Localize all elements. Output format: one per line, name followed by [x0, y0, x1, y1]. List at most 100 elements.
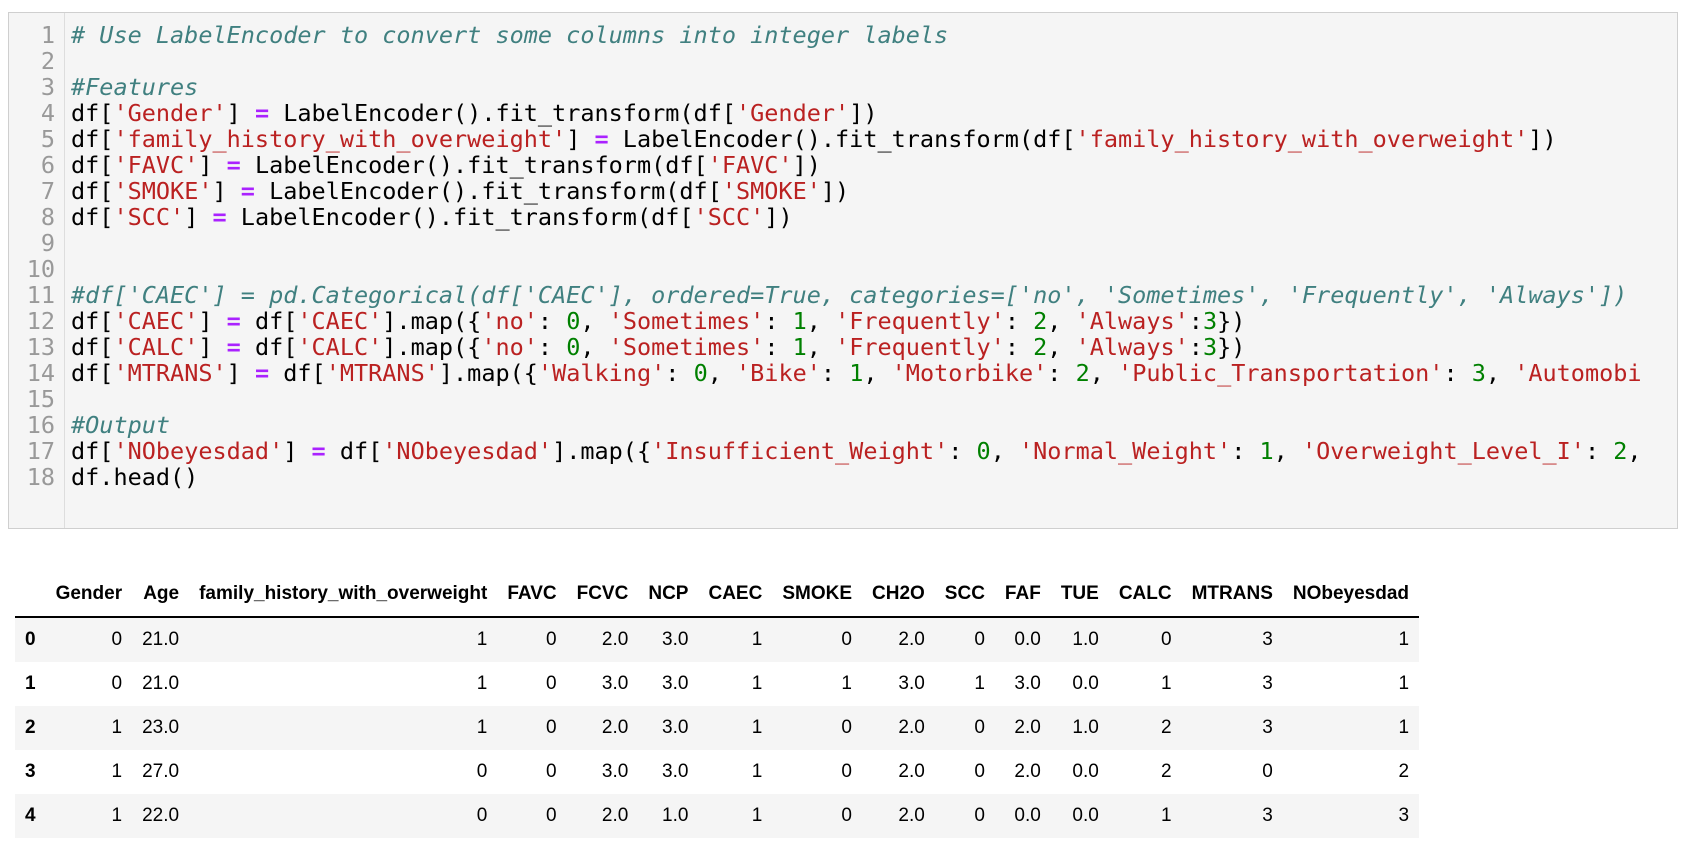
code-cell-editor[interactable]: 1 # Use LabelEncoder to convert some colu… [8, 12, 1678, 529]
code-token: ] [283, 437, 312, 465]
code-line[interactable]: 8 df['SCC'] = LabelEncoder().fit_transfor… [9, 203, 1677, 231]
table-cell: 3.0 [662, 673, 689, 694]
column-header: MTRANS [1181, 572, 1283, 618]
code-line[interactable]: 3 #Features [9, 73, 1677, 101]
code-token: 'Frequently' [835, 307, 1005, 335]
code-token: 'NObeyesdad' [382, 437, 553, 465]
code-line[interactable]: 13 df['CALC'] = df['CALC'].map({'no': 0, … [9, 333, 1677, 361]
table-cell: 2 [1398, 761, 1410, 782]
line-number: 11 [26, 281, 55, 309]
code-token: 'Frequently' [835, 333, 1005, 361]
code-token: LabelEncoder().fit_transform(df[ [254, 177, 722, 205]
table-cell: 3.0 [662, 629, 689, 650]
code-text: df['FAVC'] = LabelEncoder().fit_transfor… [71, 151, 821, 179]
code-token: = [212, 203, 227, 231]
code-token: }) [1217, 333, 1246, 361]
row-index: 4 [25, 805, 36, 826]
code-text: #Features [71, 73, 198, 101]
table-cell: 0 [111, 673, 123, 694]
code-line[interactable]: 18 df.head() [9, 463, 1677, 491]
table-cell: 21.0 [142, 629, 180, 650]
code-token: 'FAVC' [707, 151, 793, 179]
code-token: df[ [71, 437, 114, 465]
code-token: 1 [1259, 437, 1274, 465]
code-token: df[ [240, 333, 298, 361]
code-token: : [537, 333, 567, 361]
table-cell: 23.0 [142, 717, 180, 738]
code-token: df[ [269, 359, 326, 387]
table-cell: 1 [1161, 673, 1172, 694]
table-cell: 1.0 [1072, 629, 1099, 650]
code-token: df[ [325, 437, 383, 465]
code-token: , [1089, 359, 1119, 387]
column-header: SMOKE [772, 572, 862, 618]
code-token: df.head() [71, 463, 199, 491]
table-cell: 0.0 [1072, 761, 1099, 782]
table-row: 2 1 23.0 1 0 2.0 3.0 1 0 2.0 0 2.0 1.0 2 3 1 [15, 706, 1420, 750]
code-token: ] [226, 99, 255, 127]
code-token: : [1443, 359, 1472, 387]
table-cell: 1 [1398, 629, 1410, 650]
code-token: : [1188, 307, 1203, 335]
table-cell: 2.0 [601, 629, 629, 650]
row-index: 1 [25, 673, 36, 694]
code-token: df[ [71, 359, 114, 387]
code-token: , [806, 307, 836, 335]
code-text: df['CAEC'] = df['CAEC'].map({'no': 0, 'S… [71, 307, 1245, 335]
code-token: 'CAEC' [113, 307, 199, 335]
code-line[interactable]: 9 [9, 229, 1677, 257]
table-cell: 0 [1262, 761, 1273, 782]
code-token: 3 [1471, 359, 1486, 387]
code-text: df['MTRANS'] = df['MTRANS'].map({'Walkin… [71, 359, 1642, 387]
code-token: ].map({ [552, 437, 652, 465]
code-token: ] [226, 359, 255, 387]
code-token: = [240, 177, 255, 205]
code-text: df['Gender'] = LabelEncoder().fit_transf… [71, 99, 877, 127]
code-line[interactable]: 7 df['SMOKE'] = LabelEncoder().fit_transf… [9, 177, 1677, 205]
code-line[interactable]: 2 [9, 47, 1677, 75]
code-line[interactable]: 11 #df['CAEC'] = pd.Categorical(df['CAEC'… [9, 281, 1677, 309]
column-header: FAF [994, 572, 1051, 618]
code-line[interactable]: 5 df['family_history_with_overweight'] = … [9, 125, 1677, 153]
code-token: 'Always' [1075, 307, 1189, 335]
code-line[interactable]: 4 df['Gender'] = LabelEncoder().fit_trans… [9, 99, 1677, 127]
code-token: ]) [1528, 125, 1557, 153]
code-token: ] [198, 151, 227, 179]
code-token: : [764, 333, 793, 361]
table-cell: 2.0 [898, 761, 925, 782]
table-cell: 0 [974, 761, 985, 782]
code-token: df[ [71, 307, 114, 335]
code-token: LabelEncoder().fit_transform(df[ [608, 125, 1076, 153]
code-line[interactable]: 10 [9, 255, 1677, 283]
code-token: , [1485, 359, 1515, 387]
code-token: : [948, 437, 977, 465]
table-cell: 2.0 [601, 717, 629, 738]
code-token: = [254, 99, 270, 127]
table-cell: 1 [751, 761, 763, 782]
code-token: , [1627, 437, 1642, 465]
code-token: 'family_history_with_overweight' [1075, 125, 1529, 153]
code-line[interactable]: 14 df['MTRANS'] = df['MTRANS'].map({'Walk… [9, 359, 1677, 387]
code-line[interactable]: 6 df['FAVC'] = LabelEncoder().fit_transfo… [9, 151, 1677, 179]
code-token: 'Normal_Weight' [1018, 437, 1232, 465]
table-cell: 3.0 [601, 761, 629, 782]
code-line[interactable]: 17 df['NObeyesdad'] = df['NObeyesdad'].ma… [9, 437, 1677, 465]
column-header: FCVC [566, 572, 639, 618]
code-token: , [863, 359, 892, 387]
code-token: 'NObeyesdad' [113, 437, 284, 465]
code-line[interactable]: 15 [9, 385, 1677, 413]
code-token: 'Gender' [735, 99, 850, 127]
code-token: df[ [71, 203, 114, 231]
column-header [15, 572, 46, 618]
code-line[interactable]: 16 #Output [9, 411, 1677, 439]
code-line[interactable]: 1 # Use LabelEncoder to convert some colu… [9, 21, 1677, 49]
code-token: df[ [71, 99, 114, 127]
row-index: 3 [25, 761, 36, 782]
table-row: 4 1 22.0 0 0 2.0 1.0 1 0 2.0 0 0.0 0.0 1 3 3 [15, 794, 1420, 838]
column-header: TUE [1050, 572, 1109, 618]
line-number: 1 [40, 21, 55, 49]
code-token: 'CALC' [297, 333, 383, 361]
code-token: ].map({ [382, 333, 482, 361]
table-cell: 1 [111, 717, 123, 738]
code-line[interactable]: 12 df['CAEC'] = df['CAEC'].map({'no': 0, … [9, 307, 1677, 335]
